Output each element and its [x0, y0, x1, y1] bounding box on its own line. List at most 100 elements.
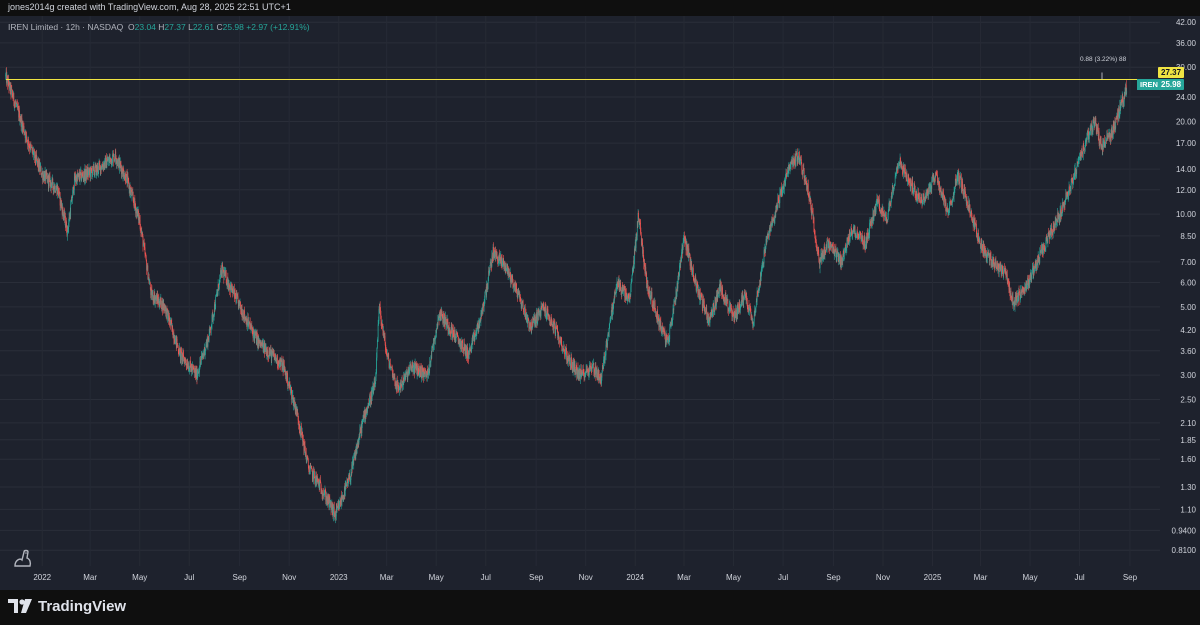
candle-body: [143, 244, 144, 247]
candle-body: [962, 189, 964, 194]
candle-body: [596, 367, 598, 377]
candle-body: [959, 175, 960, 184]
candle-body: [912, 181, 913, 193]
candle-body: [431, 347, 433, 359]
candle-body: [609, 322, 610, 329]
candle-body: [965, 191, 966, 196]
candle-body: [534, 314, 536, 317]
candle-body: [928, 187, 930, 193]
candle-body: [811, 208, 813, 212]
candle-body: [413, 366, 414, 373]
candle-body: [28, 139, 29, 147]
candle-body: [314, 470, 315, 478]
candle-body: [70, 202, 72, 205]
candle-body: [555, 329, 556, 336]
candle-body: [127, 176, 129, 179]
candle-body: [341, 499, 343, 503]
candle-body: [849, 236, 851, 241]
candle-body: [70, 204, 72, 217]
candle-body: [826, 240, 828, 250]
candle-body: [894, 176, 896, 185]
candle-body: [583, 372, 585, 378]
candle-body: [179, 347, 181, 350]
candle-body: [190, 361, 191, 366]
candle-body: [267, 350, 269, 357]
candle-body: [97, 166, 99, 173]
candle-body: [961, 178, 962, 190]
candle-body: [384, 336, 386, 343]
candle-body: [71, 198, 73, 201]
candle-body: [712, 307, 714, 312]
candle-body: [307, 459, 309, 466]
candle-body: [52, 178, 54, 187]
candle-body: [608, 328, 610, 333]
candle-body: [558, 337, 560, 341]
candle-body: [215, 296, 217, 308]
candle-body: [112, 154, 113, 164]
candle-body: [176, 338, 178, 346]
candle-body: [536, 312, 538, 323]
candle-body: [26, 132, 27, 138]
candle-body: [372, 390, 373, 393]
candle-body: [631, 275, 633, 282]
candle-body: [133, 199, 134, 203]
candle-body: [1009, 286, 1011, 293]
grid-layer: [0, 16, 1160, 566]
candle-body: [770, 225, 772, 227]
candle-body: [287, 385, 289, 387]
candle-body: [658, 315, 659, 318]
candle-body: [437, 319, 439, 327]
candle-body: [720, 285, 722, 295]
candle-body: [528, 319, 530, 328]
candle-body: [353, 457, 355, 465]
candle-body: [54, 185, 56, 193]
candle-body: [995, 265, 997, 267]
candle-body: [522, 300, 524, 309]
candle-body: [504, 261, 506, 267]
candle-body: [287, 373, 288, 386]
candle-body: [818, 254, 820, 260]
candle-body: [761, 267, 762, 275]
candle-body: [339, 501, 340, 509]
candle-body: [160, 297, 162, 309]
candle-body: [58, 188, 59, 196]
candle-body: [959, 177, 961, 186]
candle-body: [814, 234, 816, 239]
candle-body: [646, 284, 648, 288]
candle-body: [529, 322, 531, 330]
candle-body: [918, 195, 920, 199]
candle-body: [108, 159, 109, 162]
candle-body: [987, 250, 989, 253]
candle-body: [301, 426, 302, 434]
candle-body: [376, 347, 378, 358]
candle-body: [850, 232, 851, 237]
candle-body: [210, 327, 212, 331]
candle-body: [377, 324, 379, 338]
candlestick-chart[interactable]: 42.0036.0030.0024.0020.0017.0014.0012.00…: [0, 0, 1200, 590]
candle-body: [489, 262, 491, 268]
candle-body: [159, 304, 160, 307]
candle-body: [783, 182, 785, 189]
candle-body: [700, 297, 701, 301]
candle-body: [374, 384, 376, 388]
candle-body: [718, 289, 720, 294]
candle-body: [489, 267, 491, 272]
candle-body: [844, 249, 845, 255]
candle-body: [192, 366, 194, 368]
candle-body: [755, 307, 757, 313]
candle-body: [55, 190, 56, 193]
candle-body: [569, 357, 571, 365]
candle-body: [816, 242, 817, 247]
candle-body: [409, 365, 411, 367]
candle-body: [110, 157, 111, 160]
candle-body: [925, 193, 926, 200]
candle-layer: [5, 67, 1128, 524]
candle-body: [217, 289, 219, 295]
candle-body: [979, 240, 981, 244]
candle-body: [813, 217, 815, 232]
candle-body: [131, 192, 133, 197]
candle-body: [722, 287, 723, 297]
candle-body: [669, 327, 671, 340]
candle-body: [709, 317, 711, 323]
candle-body: [544, 306, 546, 313]
